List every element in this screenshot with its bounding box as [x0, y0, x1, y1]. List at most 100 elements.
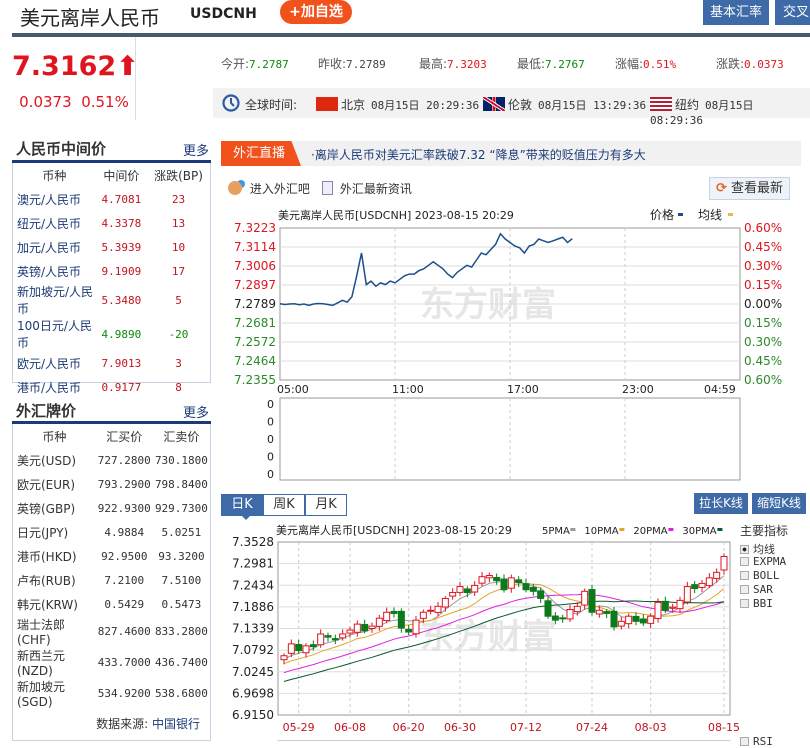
y-tick-label: 7.2572	[234, 335, 276, 349]
live-news-tag: 外汇直播	[221, 141, 301, 166]
table-row[interactable]: 港币(HKD) 92.9500 93.3200	[13, 544, 210, 568]
source-link[interactable]: 中国银行	[152, 717, 200, 731]
zoom-out-kline-button[interactable]: 缩短K线	[752, 493, 806, 514]
y-tick-label: 7.2981	[232, 557, 274, 571]
table-row[interactable]: 英镑/人民币 9.1909 17	[13, 259, 210, 283]
table-row[interactable]: 100日元/人民币 4.9890 -20	[13, 317, 210, 351]
cell-value: 4.7081	[101, 192, 142, 206]
candle-body	[537, 590, 545, 599]
indicator-option[interactable]: EXPMA	[740, 555, 786, 568]
table-row[interactable]: 纽元/人民币 4.3378 13	[13, 211, 210, 235]
table-row[interactable]: 澳元/人民币 4.7081 23	[13, 187, 210, 211]
candle	[324, 632, 332, 642]
symbol-code: USDCNH	[190, 6, 257, 22]
x-tick-label: 05-29	[283, 721, 315, 734]
candle	[522, 578, 530, 593]
candle	[566, 604, 574, 622]
table-row[interactable]: 加元/人民币 5.3939 10	[13, 235, 210, 259]
table-row[interactable]: 港币/人民币 0.9177 8	[13, 375, 210, 399]
city-name: 纽约	[675, 98, 700, 112]
checkbox[interactable]	[740, 737, 749, 746]
candle-body	[368, 625, 376, 629]
table-row[interactable]: 新加坡元/人民币 5.3480 5	[13, 283, 210, 317]
table-row[interactable]: 日元(JPY) 4.9884 5.0251	[13, 520, 210, 544]
stat-label: 昨收:	[318, 57, 347, 71]
candle	[463, 586, 471, 598]
y-tick-label: 7.1339	[232, 622, 274, 636]
table-row[interactable]: 新加坡元(SGD) 534.9200 538.6800	[13, 678, 210, 709]
cell-value: 5.3480	[101, 293, 142, 307]
table-row[interactable]: 欧元(EUR) 793.2900 798.8400	[13, 472, 210, 496]
pct-tick-label: 0.15%	[744, 278, 782, 292]
candle	[361, 619, 369, 634]
stat-2: 最高:7.3203	[419, 55, 487, 72]
zoom-in-kline-button[interactable]: 拉长K线	[694, 493, 748, 514]
currency-name: 欧元(EUR)	[17, 477, 76, 492]
user-chat-icon	[228, 181, 242, 195]
cell-value: 534.9200	[97, 687, 151, 700]
mid-rate-more-link[interactable]: 更多	[183, 140, 209, 159]
candle-body	[324, 635, 332, 638]
add-watchlist-button[interactable]: +加自选	[280, 0, 352, 24]
cell-value: 8	[175, 380, 182, 394]
candle-body	[720, 555, 728, 571]
board-rate-title: 外汇牌价	[16, 402, 77, 420]
stat-label: 最低:	[517, 57, 546, 71]
stat-value: 7.2787	[249, 58, 289, 71]
forex-bar-link[interactable]: 进入外汇吧	[228, 180, 310, 197]
candle-body	[661, 600, 669, 611]
table-row[interactable]: 韩元(KRW) 0.5429 0.5473	[13, 592, 210, 616]
news-headline-link[interactable]: ·离岸人民币对美元汇率跌破7.32 “降息”带来的贬值压力有多大	[311, 146, 646, 163]
x-tick-label: 06-30	[444, 721, 476, 734]
indicator-option[interactable]: BOLL	[740, 569, 780, 582]
candle-body	[507, 577, 515, 589]
stat-1: 昨收:7.2789	[318, 55, 386, 72]
candle-body	[588, 589, 596, 613]
candle-body	[295, 643, 303, 652]
indicator-option[interactable]: SAR	[740, 583, 773, 596]
refresh-button[interactable]: ⟳ 查看最新	[709, 177, 790, 200]
currency-name: 韩元(KRW)	[17, 597, 78, 612]
currency-name: 新加坡元(SGD)	[17, 680, 66, 709]
checkbox[interactable]	[740, 571, 749, 580]
table-row[interactable]: 美元(USD) 727.2800 730.1800	[13, 448, 210, 472]
tab-day-k[interactable]: 日K	[221, 494, 263, 516]
table-row[interactable]: 新西兰元(NZD) 433.7000 436.7400	[13, 647, 210, 678]
checkbox[interactable]	[740, 599, 749, 608]
candle-body	[485, 575, 493, 579]
board-rate-more-link[interactable]: 更多	[183, 402, 209, 421]
x-tick-label: 08-15	[708, 721, 740, 734]
tab-week-k[interactable]: 周K	[263, 494, 305, 516]
candle-body	[405, 628, 413, 633]
candle	[397, 608, 405, 633]
board-rate-table: 币种 汇买价 汇卖价 美元(USD) 727.2800 730.1800 欧元(EUR) 79…	[12, 424, 211, 741]
candle-body	[397, 610, 405, 629]
candle-body	[353, 623, 361, 633]
indicator-option[interactable]: BBI	[740, 597, 773, 610]
checkbox[interactable]	[740, 585, 749, 594]
cell-value: 3	[175, 356, 182, 370]
checkbox[interactable]	[740, 557, 749, 566]
forex-news-link[interactable]: 外汇最新资讯	[322, 180, 412, 197]
x-tick-label: 07-24	[576, 721, 608, 734]
cross-rate-button[interactable]: 交叉	[775, 0, 810, 25]
stat-5: 涨跌:0.0373	[716, 55, 784, 72]
tab-month-k[interactable]: 月K	[305, 494, 347, 516]
cell-value: 7.2100	[104, 573, 145, 587]
candle-body	[390, 610, 398, 614]
change-value: 0.0373	[19, 93, 72, 111]
basic-rate-button[interactable]: 基本汇率	[703, 0, 769, 25]
y-tick-label: 7.3528	[232, 535, 274, 549]
table-row[interactable]: 卢布(RUB) 7.2100 7.5100	[13, 568, 210, 592]
candle-body	[610, 610, 618, 628]
table-row[interactable]: 欧元/人民币 7.9013 3	[13, 351, 210, 375]
checkbox[interactable]	[740, 545, 749, 554]
table-row[interactable]: 瑞士法郎(CHF) 827.4600 833.2800	[13, 616, 210, 647]
indicator-rsi[interactable]: RSI	[740, 735, 773, 748]
clock-icon	[222, 94, 240, 112]
pct-tick-label: 0.30%	[744, 259, 782, 273]
candle	[617, 616, 625, 630]
table-row[interactable]: 英镑(GBP) 922.9300 929.7300	[13, 496, 210, 520]
x-tick-label: 08-03	[635, 721, 667, 734]
candle	[493, 573, 501, 585]
